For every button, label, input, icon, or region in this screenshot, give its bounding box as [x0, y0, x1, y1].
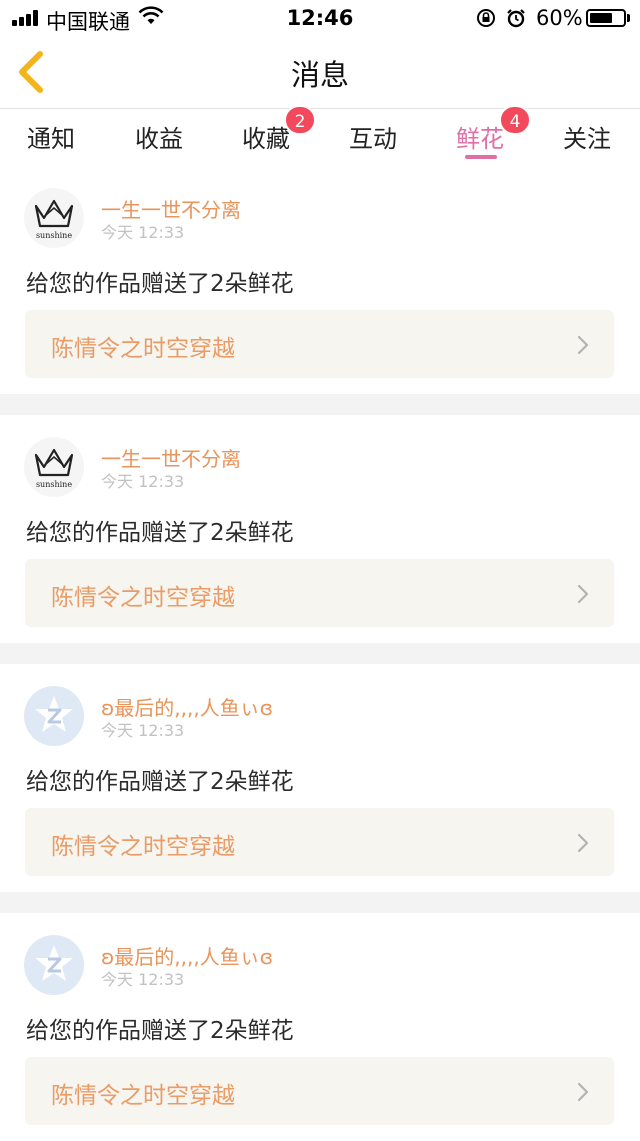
card-separator [0, 643, 640, 664]
tab-flowers[interactable]: 鲜花 4 [430, 105, 531, 163]
avatar[interactable] [24, 686, 84, 746]
work-title: 陈情令之时空穿越 [51, 336, 235, 362]
message-list: sunshine 一生一世不分离 今天 12:33 给您的作品赠送了2朵鲜花 陈… [0, 166, 640, 1141]
work-link[interactable]: 陈情令之时空穿越 [25, 559, 614, 627]
alarm-icon [507, 9, 525, 28]
tab-bar: 通知 收益 收藏 2 互动 鲜花 4 关注 [0, 105, 640, 166]
crown-icon: sunshine [34, 199, 74, 240]
message-card: sunshine 一生一世不分离 今天 12:33 给您的作品赠送了2朵鲜花 陈… [0, 415, 640, 643]
status-bar: 中国联通 12:46 60% [0, 0, 640, 36]
timestamp: 今天 12:33 [101, 970, 185, 989]
work-link[interactable]: 陈情令之时空穿越 [25, 1057, 614, 1125]
battery-percent: 60% [536, 6, 583, 30]
message-text: 给您的作品赠送了2朵鲜花 [26, 1018, 294, 1044]
work-title: 陈情令之时空穿越 [51, 1083, 235, 1109]
default-avatar-icon [35, 945, 73, 981]
message-text: 给您的作品赠送了2朵鲜花 [26, 769, 294, 795]
badge-count: 4 [499, 105, 531, 135]
card-separator [0, 394, 640, 415]
chevron-right-icon [577, 584, 589, 604]
battery-cap [627, 14, 630, 22]
rotation-lock-icon [477, 9, 495, 27]
tab-label: 收益 [135, 125, 183, 153]
message-text: 给您的作品赠送了2朵鲜花 [26, 520, 294, 546]
tab-label: 通知 [27, 125, 75, 153]
avatar-caption: sunshine [36, 231, 72, 240]
nav-bar: 消息 [0, 36, 640, 109]
message-text: 给您的作品赠送了2朵鲜花 [26, 271, 294, 297]
page-title: 消息 [290, 58, 349, 92]
tab-label: 关注 [563, 125, 611, 153]
tab-favorites[interactable]: 收藏 2 [216, 105, 316, 163]
timestamp: 今天 12:33 [101, 223, 185, 242]
work-title: 陈情令之时空穿越 [51, 585, 235, 611]
avatar[interactable]: sunshine [24, 188, 84, 248]
badge-count: 2 [284, 105, 316, 135]
avatar[interactable] [24, 935, 84, 995]
tab-following[interactable]: 关注 [537, 115, 637, 163]
tab-earnings[interactable]: 收益 [109, 115, 209, 163]
tab-label: 收藏 [242, 125, 290, 153]
timestamp: 今天 12:33 [101, 721, 185, 740]
tab-interaction[interactable]: 互动 [323, 115, 423, 163]
tab-notifications[interactable]: 通知 [1, 115, 101, 163]
message-card: ʚ最后的,,,,人鱼ぃɞ 今天 12:33 给您的作品赠送了2朵鲜花 陈情令之时… [0, 664, 640, 892]
active-tab-indicator [465, 155, 497, 159]
chevron-right-icon [577, 335, 589, 355]
work-title: 陈情令之时空穿越 [51, 834, 235, 860]
default-avatar-icon [35, 696, 73, 732]
crown-icon: sunshine [34, 448, 74, 489]
card-separator [0, 892, 640, 913]
avatar[interactable]: sunshine [24, 437, 84, 497]
message-card: ʚ最后的,,,,人鱼ぃɞ 今天 12:33 给您的作品赠送了2朵鲜花 陈情令之时… [0, 913, 640, 1141]
tab-label: 互动 [349, 125, 397, 153]
timestamp: 今天 12:33 [101, 472, 185, 491]
battery-icon [586, 9, 626, 27]
avatar-caption: sunshine [36, 480, 72, 489]
chevron-right-icon [577, 1082, 589, 1102]
work-link[interactable]: 陈情令之时空穿越 [25, 310, 614, 378]
work-link[interactable]: 陈情令之时空穿越 [25, 808, 614, 876]
chevron-right-icon [577, 833, 589, 853]
tab-label: 鲜花 [456, 125, 504, 153]
message-card: sunshine 一生一世不分离 今天 12:33 给您的作品赠送了2朵鲜花 陈… [0, 166, 640, 394]
